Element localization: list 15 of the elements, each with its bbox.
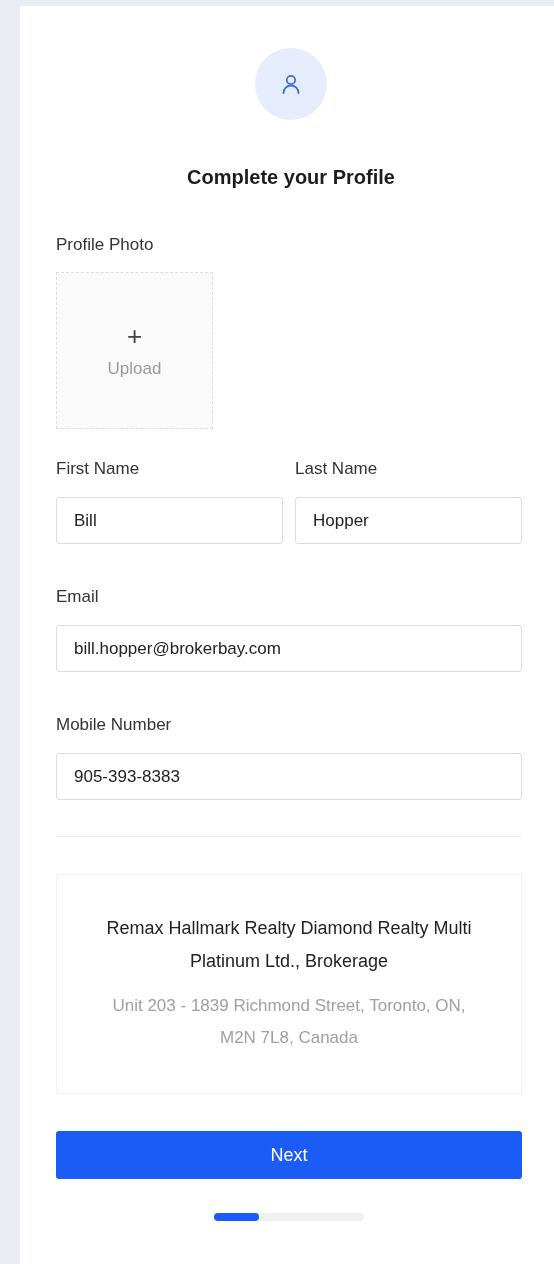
input-field[interactable]: 905-393-8383	[56, 753, 522, 800]
field-label: Last Name	[295, 459, 379, 479]
input-field[interactable]: Bill	[56, 497, 283, 544]
field-label: First Name	[56, 459, 141, 479]
input-field[interactable]: bill.hopper@brokerbay.com	[56, 625, 522, 672]
next-button[interactable]: Next	[56, 1131, 522, 1179]
person-icon	[282, 74, 300, 94]
upload-button[interactable]: + Upload	[56, 272, 213, 429]
field-label: Email	[56, 587, 100, 607]
field-label: Mobile Number	[56, 715, 173, 735]
page-title: Complete your Profile	[186, 166, 396, 189]
input-field[interactable]: Hopper	[295, 497, 522, 544]
brokerage-name: Remax Hallmark Realty Diamond Realty Multi Platinum Ltd., Brokerage	[105, 917, 473, 973]
field-label: Profile Photo	[56, 235, 155, 255]
brokerage-address: Unit 203 - 1839 Richmond Street, Toronto, ON, M2N 7L8, Canada	[111, 995, 467, 1049]
